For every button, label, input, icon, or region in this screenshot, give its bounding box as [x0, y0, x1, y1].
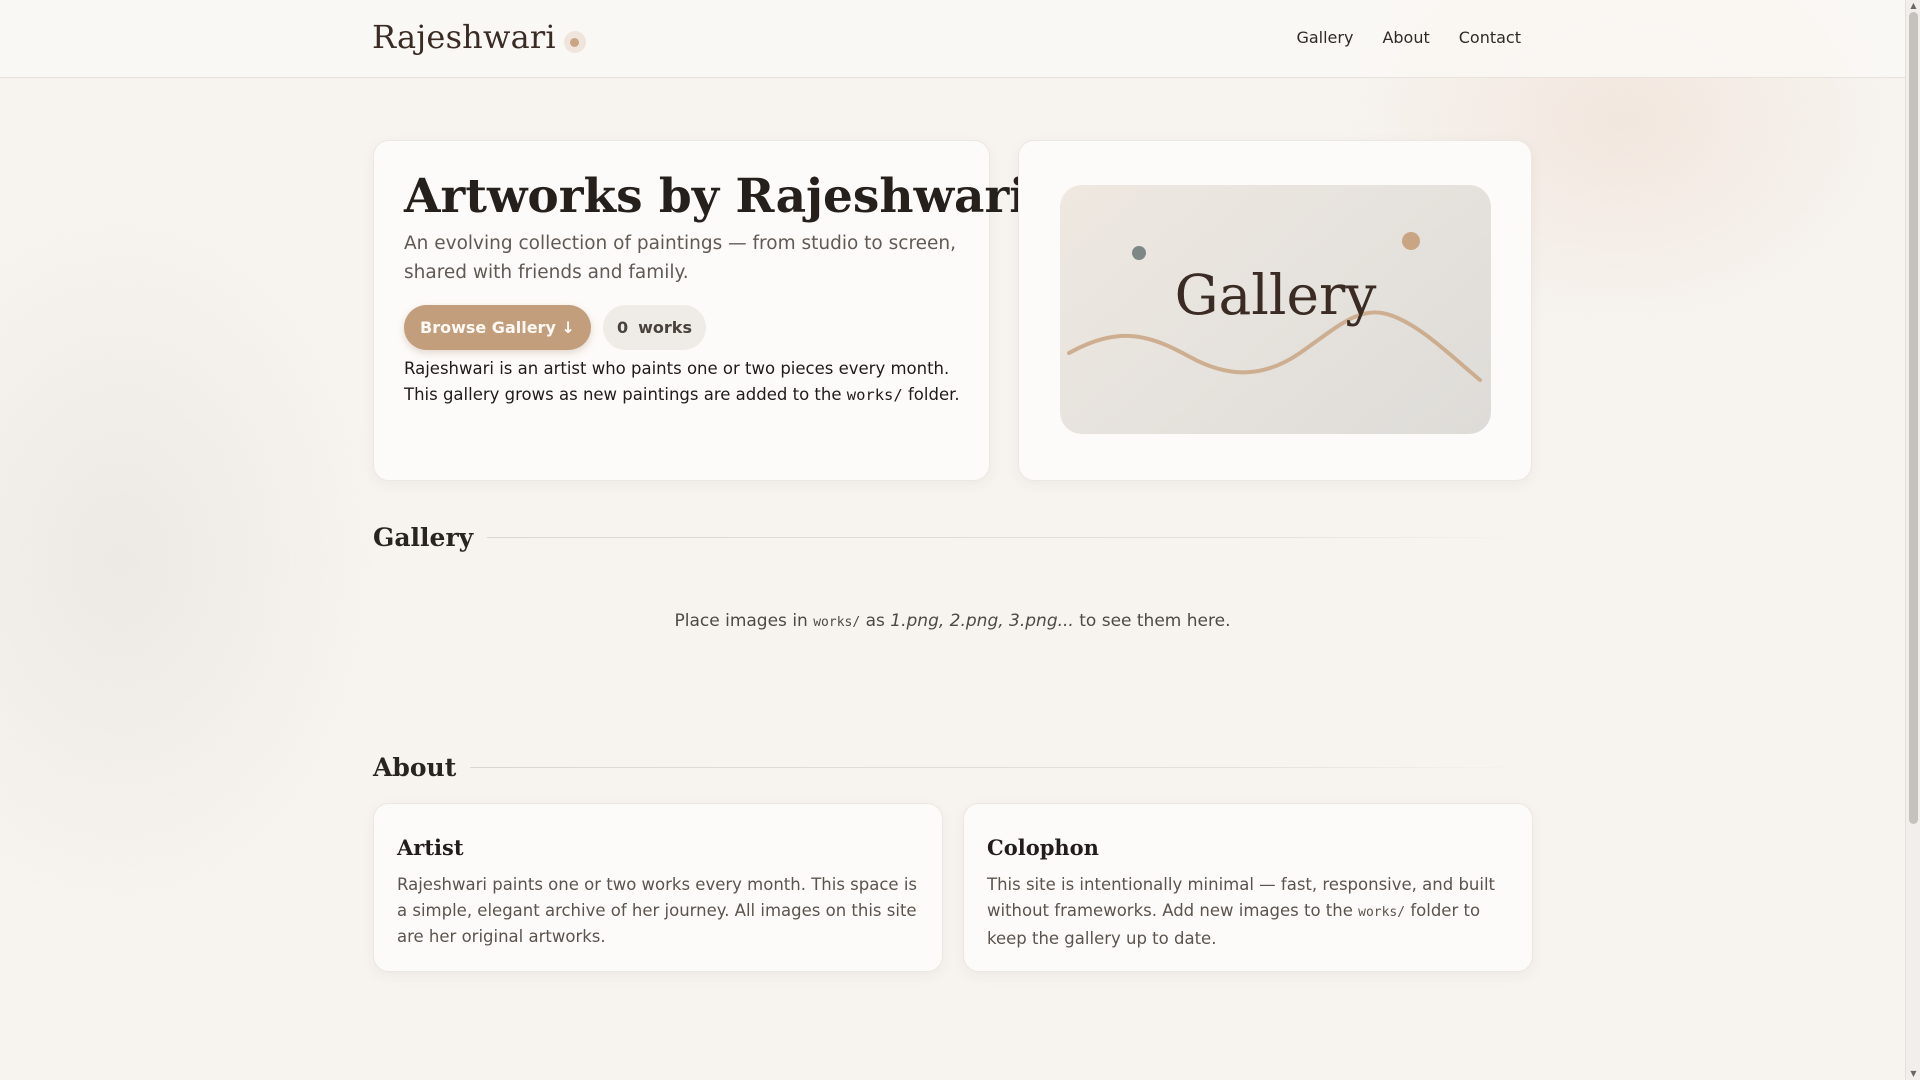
colophon-card: Colophon This site is intentionally mini… — [963, 803, 1533, 972]
artist-card: Artist Rajeshwari paints one or two work… — [373, 803, 943, 972]
colophon-title: Colophon — [987, 835, 1099, 860]
section-divider — [470, 767, 1533, 768]
empty-text-1: Place images in — [674, 611, 814, 631]
works-count-badge: 0 works — [603, 305, 706, 350]
nav-link-gallery[interactable]: Gallery — [1296, 28, 1353, 47]
nav-link-contact[interactable]: Contact — [1459, 28, 1521, 47]
scroll-up-arrow-icon[interactable]: ▲ — [1906, 0, 1920, 12]
about-heading: About — [373, 753, 457, 782]
colophon-body: This site is intentionally minimal — fas… — [987, 872, 1512, 952]
site-header: Rajeshwari Gallery About Contact — [0, 0, 1905, 78]
brand-logo[interactable]: Rajeshwari — [372, 18, 586, 56]
section-divider — [487, 537, 1533, 538]
brand-name: Rajeshwari — [372, 18, 556, 56]
preview-label: Gallery — [1174, 263, 1377, 327]
gallery-heading: Gallery — [373, 523, 474, 552]
nav-link-about[interactable]: About — [1382, 28, 1429, 47]
page-scrollbar[interactable]: ▲ ▼ — [1905, 0, 1920, 1080]
page: Rajeshwari Gallery About Contact Artwork… — [0, 0, 1905, 1080]
brand-dot-icon — [563, 31, 586, 53]
preview-card: Gallery — [1018, 140, 1532, 481]
preview-dot-dark — [1132, 246, 1146, 260]
scrollbar-thumb[interactable] — [1909, 12, 1918, 824]
colophon-code: works/ — [1358, 905, 1406, 920]
hero-description: Rajeshwari is an artist who paints one o… — [404, 356, 974, 408]
empty-file-names: 1.png, 2.png, 3.png... — [890, 611, 1074, 631]
artist-body: Rajeshwari paints one or two works every… — [397, 875, 917, 946]
about-section-header: About — [373, 753, 1533, 782]
gallery-preview-image: Gallery — [1060, 185, 1491, 434]
hero-desc-code: works/ — [846, 386, 903, 404]
works-count-value: 0 — [617, 318, 629, 337]
gallery-empty-message: Place images in works/ as 1.png, 2.png, … — [0, 611, 1905, 631]
page-title: Artworks by Rajeshwari — [404, 169, 1028, 224]
gallery-section-header: Gallery — [373, 523, 1533, 552]
scroll-down-arrow-icon[interactable]: ▼ — [1906, 1068, 1920, 1080]
empty-text-2: as — [860, 611, 891, 631]
works-count-label: works — [638, 318, 692, 337]
preview-dot-accent — [1402, 232, 1420, 250]
hero-card: Artworks by Rajeshwari An evolving colle… — [373, 140, 1027, 481]
artist-title: Artist — [397, 835, 464, 860]
empty-code: works/ — [813, 615, 861, 630]
main-nav: Gallery About Contact — [1296, 28, 1521, 47]
empty-text-3: to see them here. — [1073, 611, 1231, 631]
hero-subtitle: An evolving collection of paintings — fr… — [404, 233, 957, 283]
browse-gallery-button[interactable]: Browse Gallery ↓ — [404, 305, 591, 350]
hero-desc-end: folder. — [902, 385, 960, 404]
